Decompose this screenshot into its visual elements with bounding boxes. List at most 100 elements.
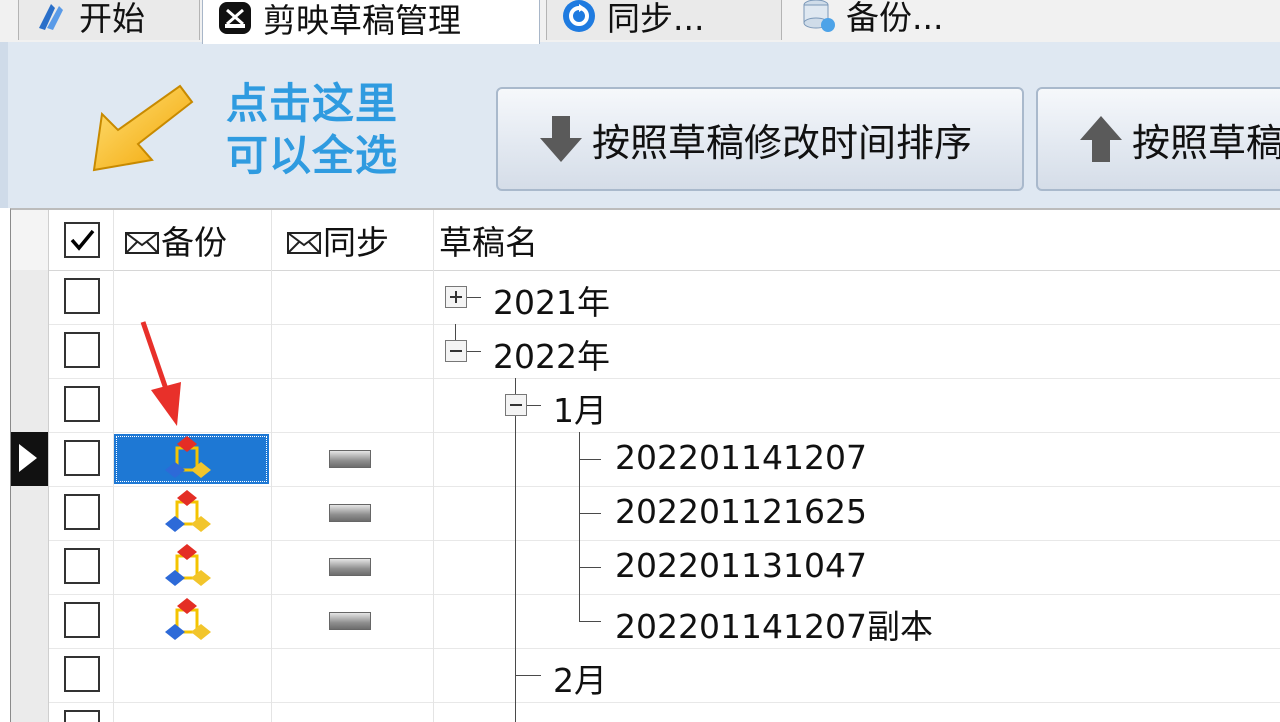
table-row[interactable]: 202201121625 xyxy=(11,486,1280,541)
draft-name[interactable]: 202201141207副本 xyxy=(615,600,933,648)
row-checkbox[interactable] xyxy=(64,278,100,314)
capcut-icon xyxy=(219,1,251,34)
select-all-checkbox[interactable] xyxy=(64,222,100,258)
draft-name[interactable]: 202201131047 xyxy=(615,546,867,585)
hint-line-1: 点击这里 xyxy=(226,79,399,128)
row-checkbox[interactable] xyxy=(64,440,100,476)
hint-line-2: 可以全选 xyxy=(226,131,399,180)
select-all-hint[interactable]: 点击这里 可以全选 xyxy=(226,78,456,182)
tree-connector xyxy=(579,513,601,514)
select-all-hint-arrow-icon xyxy=(92,84,194,172)
envelope-icon xyxy=(125,232,159,254)
sort-by-modified-time-desc-button[interactable]: 按照草稿修改时间排序 xyxy=(496,87,1024,191)
tree-connector xyxy=(579,594,580,622)
tree-connector xyxy=(579,621,601,622)
draft-grid: 备份 同步 草稿名 2021年 2022年 1月 202201141207 20… xyxy=(10,208,1280,722)
sync-status-icon[interactable] xyxy=(329,450,371,468)
tree-connector xyxy=(515,594,516,648)
column-header-backup[interactable]: 备份 xyxy=(161,216,227,264)
column-separator xyxy=(433,210,434,270)
table-row[interactable]: 2月 xyxy=(11,648,1280,703)
row-checkbox[interactable] xyxy=(64,548,100,584)
column-separator xyxy=(271,210,272,270)
row-checkbox[interactable] xyxy=(64,710,100,722)
tree-connector xyxy=(579,459,601,460)
table-row[interactable]: 202201131047 xyxy=(11,540,1280,595)
row-header[interactable] xyxy=(11,594,49,648)
tab-sync-label: 同步... xyxy=(607,0,705,38)
tab-start[interactable]: 开始 xyxy=(18,0,200,40)
backup-icon[interactable] xyxy=(163,596,213,646)
envelope-icon xyxy=(287,232,321,254)
table-row[interactable]: 202201141207副本 xyxy=(11,594,1280,649)
database-backup-icon xyxy=(803,0,835,32)
tree-connector xyxy=(515,675,541,676)
tree-connector xyxy=(467,351,481,352)
arrow-down-icon xyxy=(540,116,582,162)
tree-node-label[interactable]: 2月 xyxy=(553,654,607,702)
row-header-corner xyxy=(11,210,49,270)
table-row[interactable]: 202201141207 xyxy=(11,432,1280,487)
row-header[interactable] xyxy=(11,324,49,378)
tab-capcut-drafts[interactable]: 剪映草稿管理 xyxy=(202,0,540,44)
tab-capcut-label: 剪映草稿管理 xyxy=(263,0,461,40)
tab-backup-label: 备份... xyxy=(846,0,944,37)
table-row[interactable]: 2022年 xyxy=(11,324,1280,379)
table-row[interactable]: 2021年 xyxy=(11,270,1280,325)
tab-strip: 开始 剪映草稿管理 同步... 备份... xyxy=(0,0,1280,44)
tree-node-label[interactable]: 2021年 xyxy=(493,276,610,324)
sort-desc-label: 按照草稿修改时间排序 xyxy=(592,120,973,165)
row-header[interactable] xyxy=(11,648,49,702)
row-checkbox[interactable] xyxy=(64,332,100,368)
expand-plus-icon[interactable] xyxy=(445,286,467,308)
table-row[interactable] xyxy=(11,702,1280,722)
tab-backup[interactable]: 备份... xyxy=(786,0,1006,40)
tree-node-label[interactable]: 1月 xyxy=(553,384,607,432)
annotation-arrow-icon xyxy=(140,321,181,426)
collapse-minus-icon[interactable] xyxy=(505,394,527,416)
check-mark-icon xyxy=(70,229,95,251)
draft-name[interactable]: 202201121625 xyxy=(615,492,867,531)
current-row-pointer-icon xyxy=(19,444,37,472)
row-header[interactable] xyxy=(11,378,49,432)
toolbar: 点击这里 可以全选 按照草稿修改时间排序 按照草稿 xyxy=(0,42,1280,208)
row-checkbox[interactable] xyxy=(64,602,100,638)
column-header-draft-name[interactable]: 草稿名 xyxy=(439,216,538,264)
tree-connector xyxy=(515,486,516,540)
backup-icon[interactable] xyxy=(163,488,213,538)
sync-status-icon[interactable] xyxy=(329,504,371,522)
table-row[interactable]: 1月 xyxy=(11,321,1280,433)
tab-sync[interactable]: 同步... xyxy=(546,0,782,40)
backup-icon[interactable] xyxy=(163,542,213,592)
tree-connector xyxy=(515,378,516,394)
row-checkbox[interactable] xyxy=(64,386,100,422)
draft-name[interactable]: 202201141207 xyxy=(615,438,867,477)
row-header[interactable] xyxy=(11,270,49,324)
column-header-sync[interactable]: 同步 xyxy=(323,216,389,264)
row-checkbox[interactable] xyxy=(64,656,100,692)
tree-connector xyxy=(467,297,481,298)
arrow-up-icon xyxy=(1080,116,1122,162)
row-checkbox[interactable] xyxy=(64,494,100,530)
start-icon xyxy=(39,3,63,30)
tree-connector xyxy=(527,405,541,406)
sort-by-draft-asc-button[interactable]: 按照草稿 xyxy=(1036,87,1280,191)
sync-icon xyxy=(563,0,595,32)
column-separator xyxy=(113,210,114,270)
row-header[interactable] xyxy=(11,540,49,594)
sync-status-icon[interactable] xyxy=(329,612,371,630)
sync-status-icon[interactable] xyxy=(329,558,371,576)
tab-start-label: 开始 xyxy=(79,0,145,38)
tree-connector xyxy=(515,432,516,486)
sort-asc-label: 按照草稿 xyxy=(1132,120,1280,165)
row-header-current[interactable] xyxy=(11,432,49,486)
tree-connector xyxy=(455,324,456,340)
collapse-minus-icon[interactable] xyxy=(445,340,467,362)
tree-connector xyxy=(515,416,516,432)
backup-icon[interactable] xyxy=(163,434,213,484)
tree-connector xyxy=(515,540,516,594)
tree-connector xyxy=(579,567,601,568)
row-header[interactable] xyxy=(11,702,49,722)
tree-node-label[interactable]: 2022年 xyxy=(493,330,610,378)
row-header[interactable] xyxy=(11,486,49,540)
